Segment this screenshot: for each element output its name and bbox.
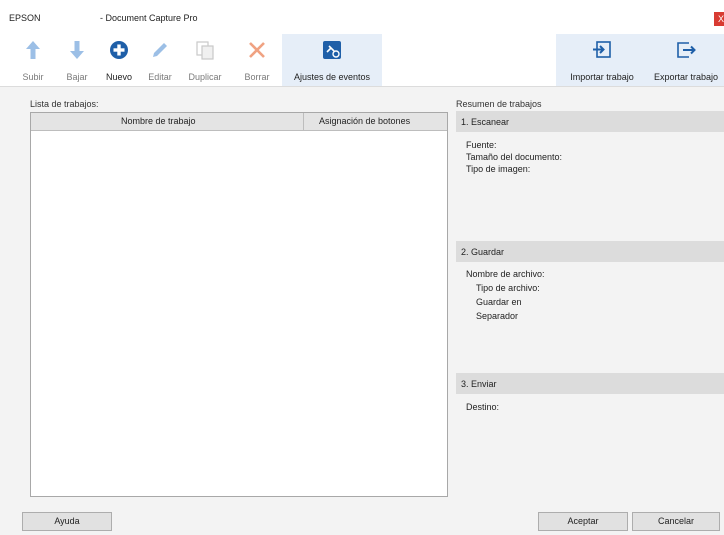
nuevo-button[interactable]: Nuevo bbox=[101, 34, 137, 86]
save-field-file-name: Nombre de archivo: bbox=[466, 269, 545, 279]
ajustes-de-eventos-label: Ajustes de eventos bbox=[293, 72, 371, 82]
toolbar: Subir Bajar Nuevo Editar Duplicar Borrar… bbox=[0, 34, 724, 87]
importar-trabajo-button[interactable]: Importar trabajo bbox=[560, 34, 644, 86]
close-button[interactable]: X bbox=[714, 12, 724, 26]
title-bar: EPSON - Document Capture Pro X bbox=[0, 0, 724, 34]
borrar-button[interactable]: Borrar bbox=[238, 34, 276, 86]
summary-section-scan: 1. Escanear bbox=[456, 111, 724, 132]
nuevo-label: Nuevo bbox=[105, 72, 132, 82]
editar-label: Editar bbox=[148, 72, 172, 82]
send-section-title: 3. Enviar bbox=[461, 379, 497, 389]
scan-section-title: 1. Escanear bbox=[461, 117, 510, 127]
scan-field-image-type: Tipo de imagen: bbox=[466, 164, 531, 174]
duplicate-icon bbox=[196, 41, 214, 60]
accept-button[interactable]: Aceptar bbox=[538, 512, 628, 531]
save-field-separator: Separador bbox=[476, 311, 519, 321]
export-icon bbox=[677, 42, 696, 58]
import-icon bbox=[593, 41, 611, 58]
importar-trabajo-label: Importar trabajo bbox=[570, 72, 634, 82]
save-field-file-type: Tipo de archivo: bbox=[476, 283, 540, 293]
summary-section-send: 3. Enviar bbox=[456, 373, 724, 394]
ajustes-de-eventos-button[interactable]: Ajustes de eventos bbox=[282, 34, 382, 86]
duplicar-button[interactable]: Duplicar bbox=[180, 34, 230, 86]
exportar-trabajo-label: Exportar trabajo bbox=[653, 72, 719, 82]
exportar-trabajo-button[interactable]: Exportar trabajo bbox=[648, 34, 724, 86]
delete-x-icon bbox=[249, 42, 265, 58]
bajar-label: Bajar bbox=[66, 72, 88, 82]
cancel-button[interactable]: Cancelar bbox=[632, 512, 720, 531]
borrar-label: Borrar bbox=[244, 72, 270, 82]
job-list[interactable]: Nombre de trabajo Asignación de botones bbox=[30, 112, 448, 497]
scan-field-source: Fuente: bbox=[466, 140, 497, 150]
window-title: - Document Capture Pro bbox=[100, 13, 198, 23]
help-button[interactable]: Ayuda bbox=[22, 512, 112, 531]
arrow-up-icon bbox=[26, 41, 40, 59]
save-section-title: 2. Guardar bbox=[461, 247, 505, 257]
subir-button[interactable]: Subir bbox=[16, 34, 50, 86]
column-divider[interactable] bbox=[303, 113, 304, 130]
plus-circle-icon bbox=[110, 41, 128, 59]
save-field-save-in: Guardar en bbox=[476, 297, 522, 307]
scan-field-document-size: Tamaño del documento: bbox=[466, 152, 563, 162]
summary-label: Resumen de trabajos bbox=[456, 99, 542, 109]
brand-label: EPSON bbox=[9, 13, 41, 23]
editar-button[interactable]: Editar bbox=[143, 34, 177, 86]
job-list-label: Lista de trabajos: bbox=[30, 99, 99, 109]
arrow-down-icon bbox=[70, 41, 84, 59]
duplicar-label: Duplicar bbox=[188, 72, 222, 82]
send-field-destination: Destino: bbox=[466, 402, 500, 412]
column-header-button-assignment[interactable]: Asignación de botones bbox=[319, 116, 410, 126]
bajar-button[interactable]: Bajar bbox=[60, 34, 94, 86]
summary-section-save: 2. Guardar bbox=[456, 241, 724, 262]
subir-label: Subir bbox=[22, 72, 44, 82]
column-header-job-name[interactable]: Nombre de trabajo bbox=[121, 116, 196, 126]
pencil-icon bbox=[153, 43, 167, 57]
job-list-header: Nombre de trabajo Asignación de botones bbox=[31, 113, 447, 131]
event-settings-icon bbox=[323, 41, 341, 59]
